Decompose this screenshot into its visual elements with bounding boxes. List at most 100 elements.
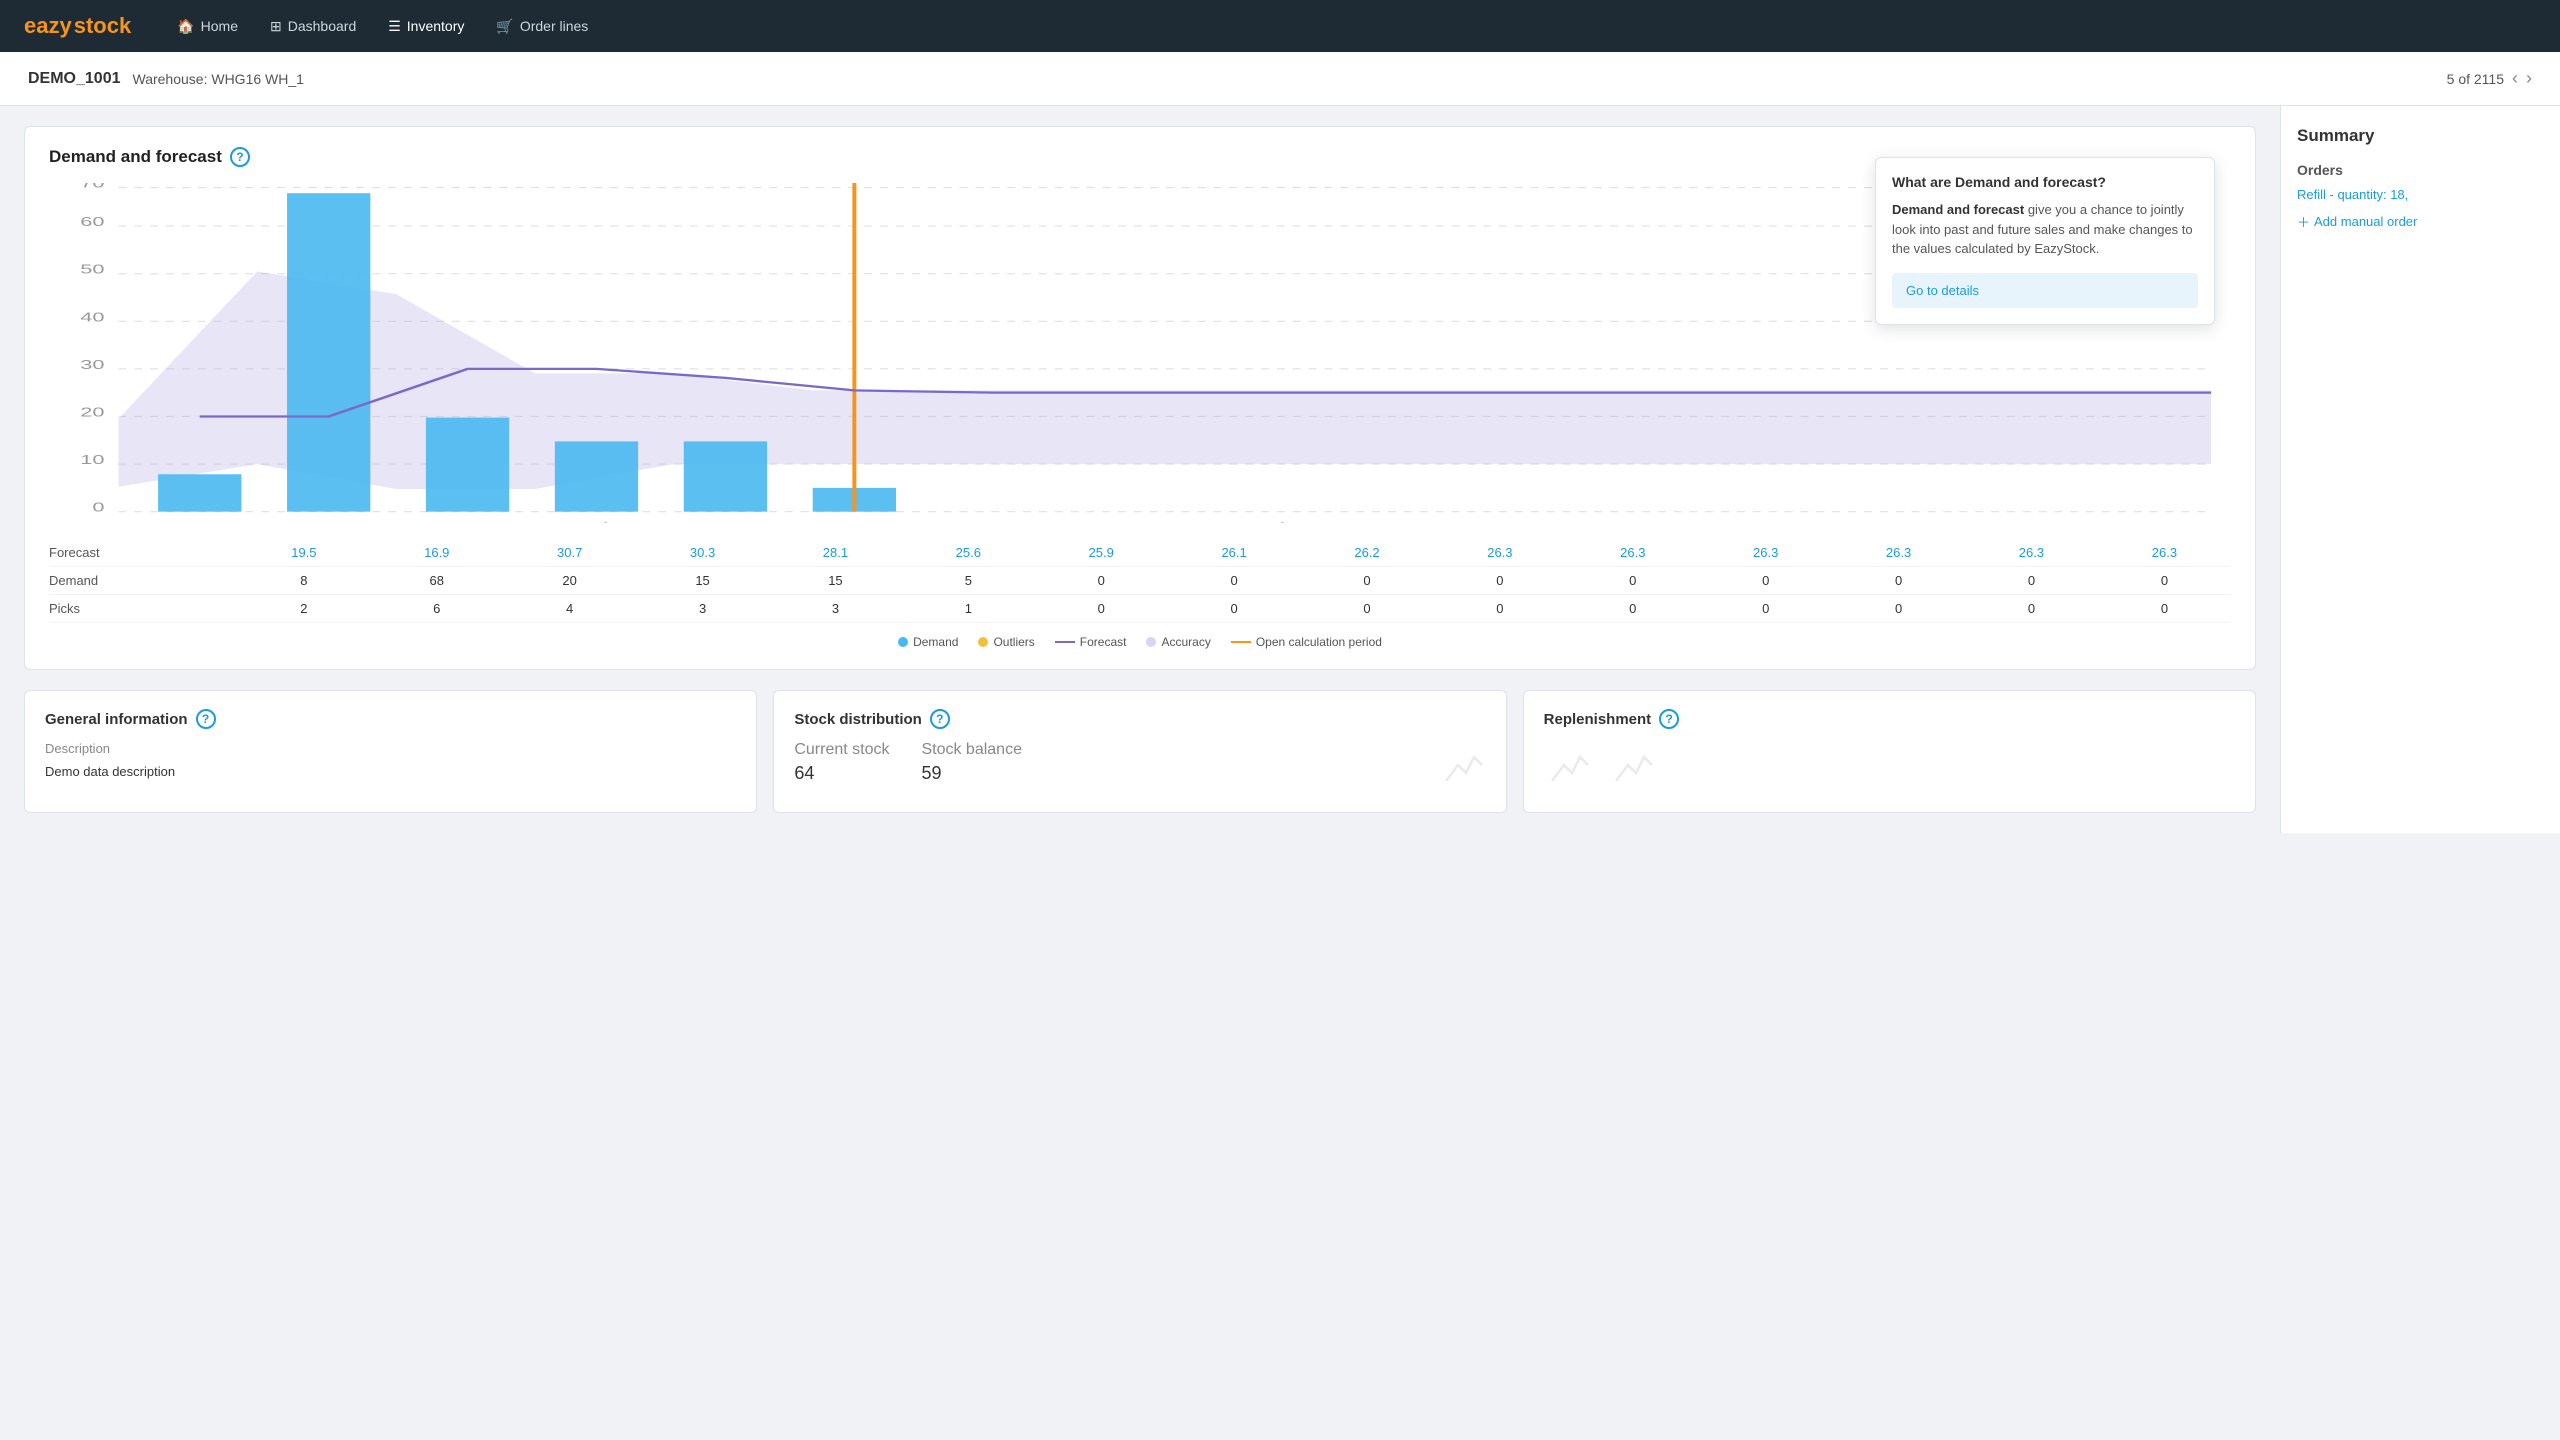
demand-sep: 0 xyxy=(1566,567,1699,595)
chart-legend: Demand Outliers Forecast Accuracy Open c… xyxy=(49,635,2231,649)
general-info-help-icon[interactable]: ? xyxy=(196,709,216,729)
nav-dashboard[interactable]: ⊞ Dashboard xyxy=(256,12,370,41)
forecast-feb: 30.3 xyxy=(636,539,769,567)
svg-text:40: 40 xyxy=(80,310,104,324)
add-icon: ＋ xyxy=(2297,212,2310,231)
svg-text:Nov: Nov xyxy=(180,521,219,523)
next-chevron[interactable]: › xyxy=(2526,68,2532,89)
demand-nov: 8 xyxy=(237,567,370,595)
svg-text:Sep: Sep xyxy=(1529,521,1568,523)
svg-text:Mar: Mar xyxy=(707,521,745,523)
replenishment-help-icon[interactable]: ? xyxy=(1659,709,1679,729)
description-label: Description xyxy=(45,741,110,756)
stock-balance-section: Stock balance 59 xyxy=(921,741,1022,794)
picks-dec: 6 xyxy=(370,595,503,623)
picks-apr: 1 xyxy=(902,595,1035,623)
nav-order-lines[interactable]: 🛒 Order lines xyxy=(482,12,602,41)
picks-label: Picks xyxy=(49,595,237,623)
forecast-apr: 25.6 xyxy=(902,539,1035,567)
svg-text:60: 60 xyxy=(80,215,104,229)
forecast-jun: 26.1 xyxy=(1168,539,1301,567)
prev-chevron[interactable]: ‹ xyxy=(2512,68,2518,89)
add-manual-label: Add manual order xyxy=(2314,214,2417,229)
demand-row: Demand 8 68 20 15 15 5 0 0 0 0 0 0 0 xyxy=(49,567,2231,595)
popover-go-to-details[interactable]: Go to details xyxy=(1892,273,2198,308)
legend-accuracy-label: Accuracy xyxy=(1161,635,1210,649)
demand-jun: 0 xyxy=(1168,567,1301,595)
main-layout: Demand and forecast ? 0 10 20 30 40 50 6… xyxy=(0,106,2560,833)
order-lines-icon: 🛒 xyxy=(496,18,513,35)
forecast-label: Forecast xyxy=(49,539,237,567)
svg-text:20: 20 xyxy=(80,405,104,419)
forecast-nov: 19.5 xyxy=(237,539,370,567)
home-icon: 🏠 xyxy=(177,18,194,35)
demand-dec2: 0 xyxy=(1965,567,2098,595)
demand-2020: 20 xyxy=(503,567,636,595)
nav-inventory-label: Inventory xyxy=(407,18,465,34)
replenishment-title: Replenishment ? xyxy=(1544,709,2235,729)
sidebar: Summary Orders Refill - quantity: 18, ＋ … xyxy=(2280,106,2560,833)
general-info-title-text: General information xyxy=(45,711,188,728)
legend-forecast-line xyxy=(1055,641,1075,643)
svg-text:Nov: Nov xyxy=(1807,521,1846,523)
forecast-dec: 16.9 xyxy=(370,539,503,567)
legend-forecast-label: Forecast xyxy=(1080,635,1127,649)
nav-dashboard-label: Dashboard xyxy=(288,18,357,34)
add-manual-order[interactable]: ＋ Add manual order xyxy=(2297,212,2544,231)
dashboard-icon: ⊞ xyxy=(270,18,282,35)
picks-row: Picks 2 6 4 3 3 1 0 0 0 0 0 0 0 xyxy=(49,595,2231,623)
picks-mar: 3 xyxy=(769,595,902,623)
page-header-left: DEMO_1001 Warehouse: WHG16 WH_1 xyxy=(28,70,304,88)
demand-forecast-title-text: Demand and forecast xyxy=(49,147,222,167)
demand-forecast-popover: What are Demand and forecast? Demand and… xyxy=(1875,157,2215,325)
warehouse-label: Warehouse: WHG16 WH_1 xyxy=(133,71,304,87)
forecast-nov2: 26.3 xyxy=(1832,539,1965,567)
stock-distribution-help-icon[interactable]: ? xyxy=(930,709,950,729)
demand-dec: 68 xyxy=(370,567,503,595)
description-value-row: Demo data description xyxy=(45,764,736,779)
logo[interactable]: eazystock xyxy=(24,13,131,39)
description-row: Description xyxy=(45,741,736,756)
legend-outliers-label: Outliers xyxy=(993,635,1034,649)
demand-label: Demand xyxy=(49,567,237,595)
nav-items: 🏠 Home ⊞ Dashboard ☰ Inventory 🛒 Order l… xyxy=(163,12,602,41)
stock-distribution-title: Stock distribution ? xyxy=(794,709,1485,729)
svg-text:70: 70 xyxy=(80,183,104,190)
legend-accuracy-dot xyxy=(1146,637,1156,647)
bottom-cards: General information ? Description Demo d… xyxy=(24,690,2256,813)
legend-demand-label: Demand xyxy=(913,635,958,649)
forecast-2021: 26.3 xyxy=(2098,539,2231,567)
demand-oct: 0 xyxy=(1699,567,1832,595)
demand-2021: 0 xyxy=(2098,567,2231,595)
forecast-row: Forecast 19.5 16.9 30.7 30.3 28.1 25.6 2… xyxy=(49,539,2231,567)
demand-jul: 0 xyxy=(1301,567,1434,595)
navbar: eazystock 🏠 Home ⊞ Dashboard ☰ Inventory… xyxy=(0,0,2560,52)
forecast-mar: 28.1 xyxy=(769,539,902,567)
demand-nov2: 0 xyxy=(1832,567,1965,595)
picks-nov: 2 xyxy=(237,595,370,623)
legend-demand-dot xyxy=(898,637,908,647)
orders-section-title: Orders xyxy=(2297,162,2544,178)
svg-text:Jun: Jun xyxy=(1114,521,1149,523)
forecast-dec2: 26.3 xyxy=(1965,539,2098,567)
picks-sep: 0 xyxy=(1566,595,1699,623)
nav-order-lines-label: Order lines xyxy=(520,18,588,34)
legend-open-calc-line xyxy=(1231,641,1251,643)
current-stock-value: 64 xyxy=(794,763,889,784)
popover-body: Demand and forecast give you a chance to… xyxy=(1892,200,2198,259)
nav-home[interactable]: 🏠 Home xyxy=(163,12,252,41)
demand-forecast-help-icon[interactable]: ? xyxy=(230,147,250,167)
svg-text:50: 50 xyxy=(80,262,104,276)
demand-forecast-card: Demand and forecast ? 0 10 20 30 40 50 6… xyxy=(24,126,2256,670)
refill-link[interactable]: Refill - quantity: 18, xyxy=(2297,187,2408,202)
logo-accent: stock xyxy=(74,13,131,39)
nav-inventory[interactable]: ☰ Inventory xyxy=(374,12,478,41)
picks-dec2: 0 xyxy=(1965,595,2098,623)
general-info-title: General information ? xyxy=(45,709,736,729)
popover-body-bold: Demand and forecast xyxy=(1892,202,2024,217)
forecast-jul: 26.2 xyxy=(1301,539,1434,567)
svg-text:Jul: Jul xyxy=(1257,521,1285,523)
counter-text: 5 of 2115 xyxy=(2447,71,2504,87)
popover-title: What are Demand and forecast? xyxy=(1892,174,2198,190)
svg-text:Aug: Aug xyxy=(1390,521,1429,523)
